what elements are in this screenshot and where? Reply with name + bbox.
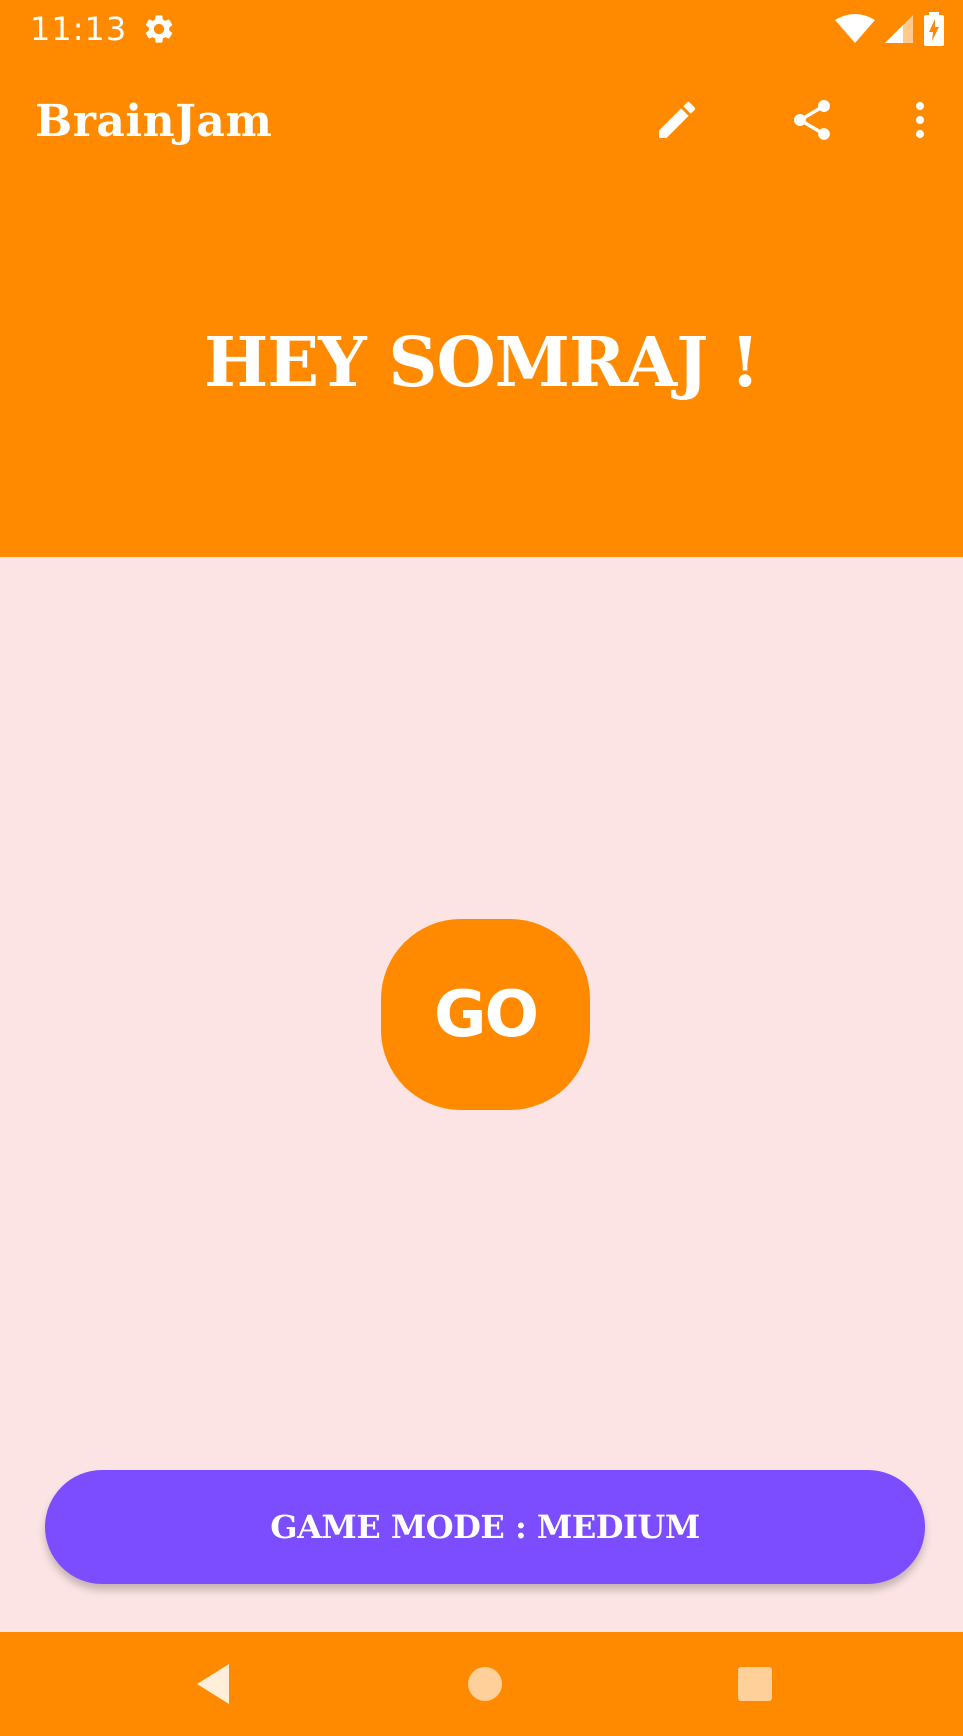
app-title: BrainJam xyxy=(35,96,273,147)
signal-icon xyxy=(885,15,913,43)
share-icon xyxy=(794,100,830,140)
nav-home-button[interactable] xyxy=(455,1654,515,1714)
nav-recents-button[interactable] xyxy=(725,1654,785,1714)
more-options-button[interactable] xyxy=(888,88,952,152)
wifi-icon xyxy=(835,14,875,43)
go-button[interactable]: GO xyxy=(381,919,590,1110)
recents-icon xyxy=(738,1667,772,1701)
game-mode-button[interactable]: GAME MODE : MEDIUM xyxy=(45,1470,925,1584)
nav-back-button[interactable] xyxy=(183,1654,243,1714)
back-icon xyxy=(197,1664,229,1704)
status-indicators xyxy=(835,12,945,46)
settings-gear-icon xyxy=(145,15,173,43)
edit-button[interactable] xyxy=(645,88,709,152)
status-time: 11:13 xyxy=(30,10,128,48)
home-icon xyxy=(468,1667,502,1701)
share-button[interactable] xyxy=(780,88,844,152)
battery-charging-icon xyxy=(924,12,944,46)
greeting-text: HEY SOMRAJ ! xyxy=(204,323,760,403)
status-bar: 11:13 xyxy=(0,0,963,58)
more-vertical-icon xyxy=(916,102,924,138)
edit-pencil-icon xyxy=(659,101,696,138)
app-bar: BrainJam xyxy=(0,58,963,188)
greeting-panel: HEY SOMRAJ ! xyxy=(0,188,963,557)
navigation-bar xyxy=(0,1632,963,1736)
